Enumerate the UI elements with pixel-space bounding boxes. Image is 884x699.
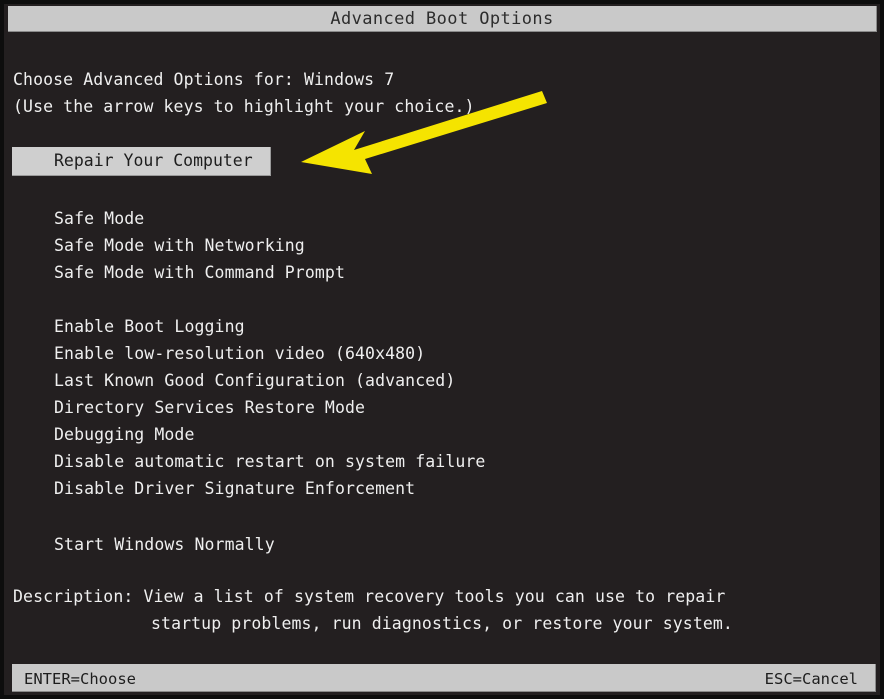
menu-item[interactable]: Start Windows Normally bbox=[54, 535, 275, 554]
menu-item[interactable]: Enable low-resolution video (640x480) bbox=[54, 344, 425, 363]
prompt-line-1: Choose Advanced Options for: Windows 7 bbox=[13, 70, 395, 89]
menu-item[interactable]: Safe Mode with Command Prompt bbox=[54, 263, 345, 282]
menu-item[interactable]: Disable automatic restart on system fail… bbox=[54, 452, 485, 471]
footer-bar bbox=[12, 664, 876, 692]
menu-item[interactable]: Enable Boot Logging bbox=[54, 317, 245, 336]
menu-item[interactable]: Safe Mode with Networking bbox=[54, 236, 305, 255]
menu-item[interactable]: Debugging Mode bbox=[54, 425, 194, 444]
footer-enter-choose-label[interactable]: ENTER=Choose bbox=[24, 670, 136, 688]
prompt-line-2: (Use the arrow keys to highlight your ch… bbox=[13, 97, 475, 116]
menu-item[interactable]: Last Known Good Configuration (advanced) bbox=[54, 371, 455, 390]
menu-item[interactable]: Safe Mode bbox=[54, 209, 144, 228]
menu-item-repair-your-computer-label: Repair Your Computer bbox=[54, 151, 253, 170]
advanced-boot-options-screen: Advanced Boot Options Choose Advanced Op… bbox=[0, 0, 884, 699]
description-line-2: startup problems, run diagnostics, or re… bbox=[151, 614, 733, 633]
page-title: Advanced Boot Options bbox=[330, 8, 554, 29]
menu-item[interactable]: Disable Driver Signature Enforcement bbox=[54, 479, 415, 498]
menu-item[interactable]: Directory Services Restore Mode bbox=[54, 398, 365, 417]
footer-esc-cancel-label[interactable]: ESC=Cancel bbox=[765, 670, 858, 688]
description-line-1: Description: View a list of system recov… bbox=[13, 587, 726, 606]
title-bar: Advanced Boot Options bbox=[8, 6, 877, 32]
